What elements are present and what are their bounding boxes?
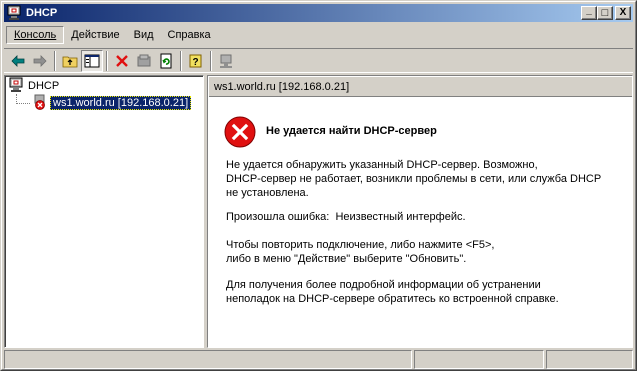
text-line: Чтобы повторить подключение, либо нажмит…	[226, 239, 495, 251]
error-message-panel: Не удается найти DHCP-сервер Не удается …	[208, 98, 632, 347]
status-bar	[4, 350, 633, 369]
status-panel-2	[414, 350, 544, 369]
window-title: DHCP	[26, 7, 58, 19]
tree-connector	[16, 103, 30, 104]
maximize-icon: □	[601, 6, 609, 19]
dhcp-console-icon	[8, 77, 24, 96]
error-title: Не удается найти DHCP-сервер	[266, 125, 437, 137]
toolbar-separator	[210, 50, 212, 71]
help-button[interactable]: ?	[185, 50, 207, 72]
toolbar: ?	[4, 48, 633, 73]
text-line: Произошла ошибка: Неизвестный интерфейс.	[226, 211, 466, 223]
server-icon	[220, 54, 232, 68]
menu-bar: Консоль Действие Вид Справка	[4, 24, 633, 46]
maximize-button[interactable]: □	[597, 6, 613, 20]
toolbar-separator	[180, 50, 182, 71]
console-tree-border	[5, 76, 203, 347]
status-panel-main	[4, 350, 412, 369]
minimize-button[interactable]: _	[581, 6, 597, 20]
text-line: либо в меню "Действие" выберите "Обновит…	[226, 253, 467, 265]
retry-instructions: Чтобы повторить подключение, либо нажмит…	[226, 238, 626, 266]
show-hide-tree-button[interactable]	[81, 49, 103, 72]
dhcp-console-icon	[6, 5, 22, 21]
help-icon: ?	[189, 54, 202, 68]
forward-button[interactable]	[29, 50, 51, 72]
refresh-icon	[160, 53, 172, 68]
result-pane: ws1.world.ru [192.168.0.21] Не удается н…	[207, 75, 633, 348]
text-line: Не удается обнаружить указанный DHCP-сер…	[226, 159, 538, 171]
delete-button[interactable]	[111, 50, 133, 72]
menu-console[interactable]: Консоль	[6, 26, 65, 44]
tree-item-label: DHCP	[28, 80, 60, 92]
show-hide-tree-icon	[84, 54, 100, 67]
help-instructions: Для получения более подробной информации…	[226, 278, 626, 306]
close-icon: X	[619, 7, 627, 18]
text-line: не установлена.	[226, 187, 309, 199]
title-bar[interactable]: DHCP _ □ X	[4, 4, 633, 22]
tree-item-label: ws1.world.ru [192.168.0.21]	[50, 96, 192, 110]
text-line: DHCP-сервер не работает, возникли пробле…	[226, 173, 602, 185]
menu-help[interactable]: Справка	[161, 27, 218, 43]
properties-icon	[137, 54, 151, 66]
svg-text:?: ?	[192, 57, 198, 68]
error-detail: Произошла ошибка: Неизвестный интерфейс.	[226, 210, 626, 224]
close-button[interactable]: X	[615, 6, 631, 20]
dhcp-window: DHCP _ □ X Консоль Действие Вид Справка	[0, 0, 637, 371]
back-button[interactable]	[7, 50, 29, 72]
menu-view[interactable]: Вид	[127, 27, 161, 43]
minimize-icon: _	[586, 5, 592, 16]
result-pane-header: ws1.world.ru [192.168.0.21]	[209, 77, 632, 97]
error-icon	[224, 116, 256, 151]
server-error-icon	[32, 94, 48, 113]
tree-item-server[interactable]: ws1.world.ru [192.168.0.21]	[32, 94, 192, 113]
delete-icon	[116, 54, 128, 67]
toolbar-separator	[106, 50, 108, 71]
up-one-level-button[interactable]	[59, 50, 81, 72]
status-panel-3	[546, 350, 633, 369]
up-folder-icon	[62, 56, 78, 67]
text-line: Для получения более подробной информации…	[226, 279, 541, 291]
text-line: неполадок на DHCP-сервере обратитесь ко …	[226, 293, 559, 305]
tree-item-dhcp[interactable]: DHCP	[8, 77, 60, 96]
refresh-button[interactable]	[155, 50, 177, 72]
forward-arrow-icon	[33, 54, 47, 67]
toolbar-separator	[54, 50, 56, 71]
menu-action[interactable]: Действие	[64, 27, 126, 43]
server-button[interactable]	[215, 50, 237, 72]
error-description: Не удается обнаружить указанный DHCP-сер…	[226, 158, 626, 200]
back-arrow-icon	[11, 54, 25, 67]
console-tree[interactable]: DHCP ws1.world.ru [192.168.0.21]	[4, 75, 204, 348]
properties-button[interactable]	[133, 50, 155, 72]
